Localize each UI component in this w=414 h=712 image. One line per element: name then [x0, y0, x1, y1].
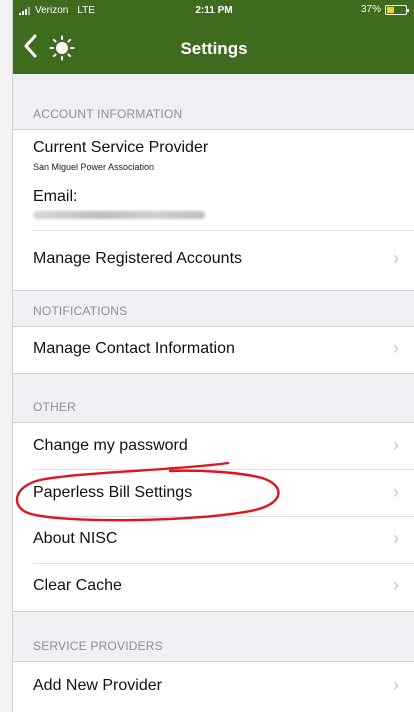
chevron-right-icon: › — [393, 248, 399, 268]
clear-cache-row[interactable]: Clear Cache › — [13, 564, 414, 610]
section-header-label: NOTIFICATIONS — [33, 304, 128, 318]
clear-cache-label: Clear Cache — [33, 577, 122, 594]
chevron-right-icon: › — [393, 435, 399, 455]
email-label: Email: — [33, 188, 78, 205]
notifications-group: Manage Contact Information › — [13, 326, 414, 374]
current-provider-value: San Miguel Power Association — [33, 162, 155, 172]
section-header-other: OTHER — [13, 373, 414, 422]
email-row: Email: — [13, 180, 414, 230]
add-provider-row[interactable]: Add New Provider › — [13, 662, 414, 712]
manage-contact-row[interactable]: Manage Contact Information › — [13, 327, 414, 373]
section-header-label: ACCOUNT INFORMATION — [33, 107, 183, 121]
battery-icon — [385, 4, 409, 15]
current-provider-label: Current Service Provider — [33, 139, 209, 156]
account-group: Current Service Provider San Miguel Powe… — [13, 129, 414, 291]
change-password-label: Change my password — [33, 437, 188, 454]
page-title: Settings — [180, 39, 248, 58]
current-provider-row: Current Service Provider San Miguel Powe… — [13, 130, 414, 180]
chevron-right-icon: › — [393, 575, 399, 595]
phone-screen: Verizon LTE 2:11 PM 37% Settings ACCOUNT… — [12, 0, 414, 712]
chevron-right-icon: › — [393, 675, 399, 695]
chevron-right-icon: › — [393, 528, 399, 548]
about-label: About NISC — [33, 530, 118, 547]
add-provider-label: Add New Provider — [33, 677, 162, 694]
section-header-label: OTHER — [33, 400, 76, 414]
status-bar: Verizon LTE 2:11 PM 37% — [13, 0, 414, 22]
status-right: 37% — [360, 4, 409, 15]
other-group: Change my password › Paperless Bill Sett… — [13, 422, 414, 612]
manage-accounts-label: Manage Registered Accounts — [33, 250, 243, 267]
status-time: 2:11 PM — [195, 5, 233, 16]
section-header-label: SERVICE PROVIDERS — [33, 639, 163, 653]
section-header-account: ACCOUNT INFORMATION — [13, 74, 414, 129]
manage-accounts-row[interactable]: Manage Registered Accounts › — [13, 231, 414, 289]
chevron-right-icon: › — [393, 338, 399, 358]
battery-percent: 37% — [360, 4, 381, 15]
section-header-service-providers: SERVICE PROVIDERS — [13, 611, 414, 661]
navigation-bar: Settings — [13, 22, 414, 74]
about-row[interactable]: About NISC › — [13, 517, 414, 563]
paperless-bill-row[interactable]: Paperless Bill Settings › — [13, 470, 414, 516]
section-header-notifications: NOTIFICATIONS — [13, 290, 414, 326]
chevron-right-icon: › — [393, 482, 399, 502]
change-password-row[interactable]: Change my password › — [13, 423, 414, 469]
service-providers-group: Add New Provider › — [13, 661, 414, 712]
paperless-bill-label: Paperless Bill Settings — [33, 484, 193, 501]
manage-contact-label: Manage Contact Information — [33, 340, 235, 357]
email-value-redacted — [33, 211, 205, 219]
